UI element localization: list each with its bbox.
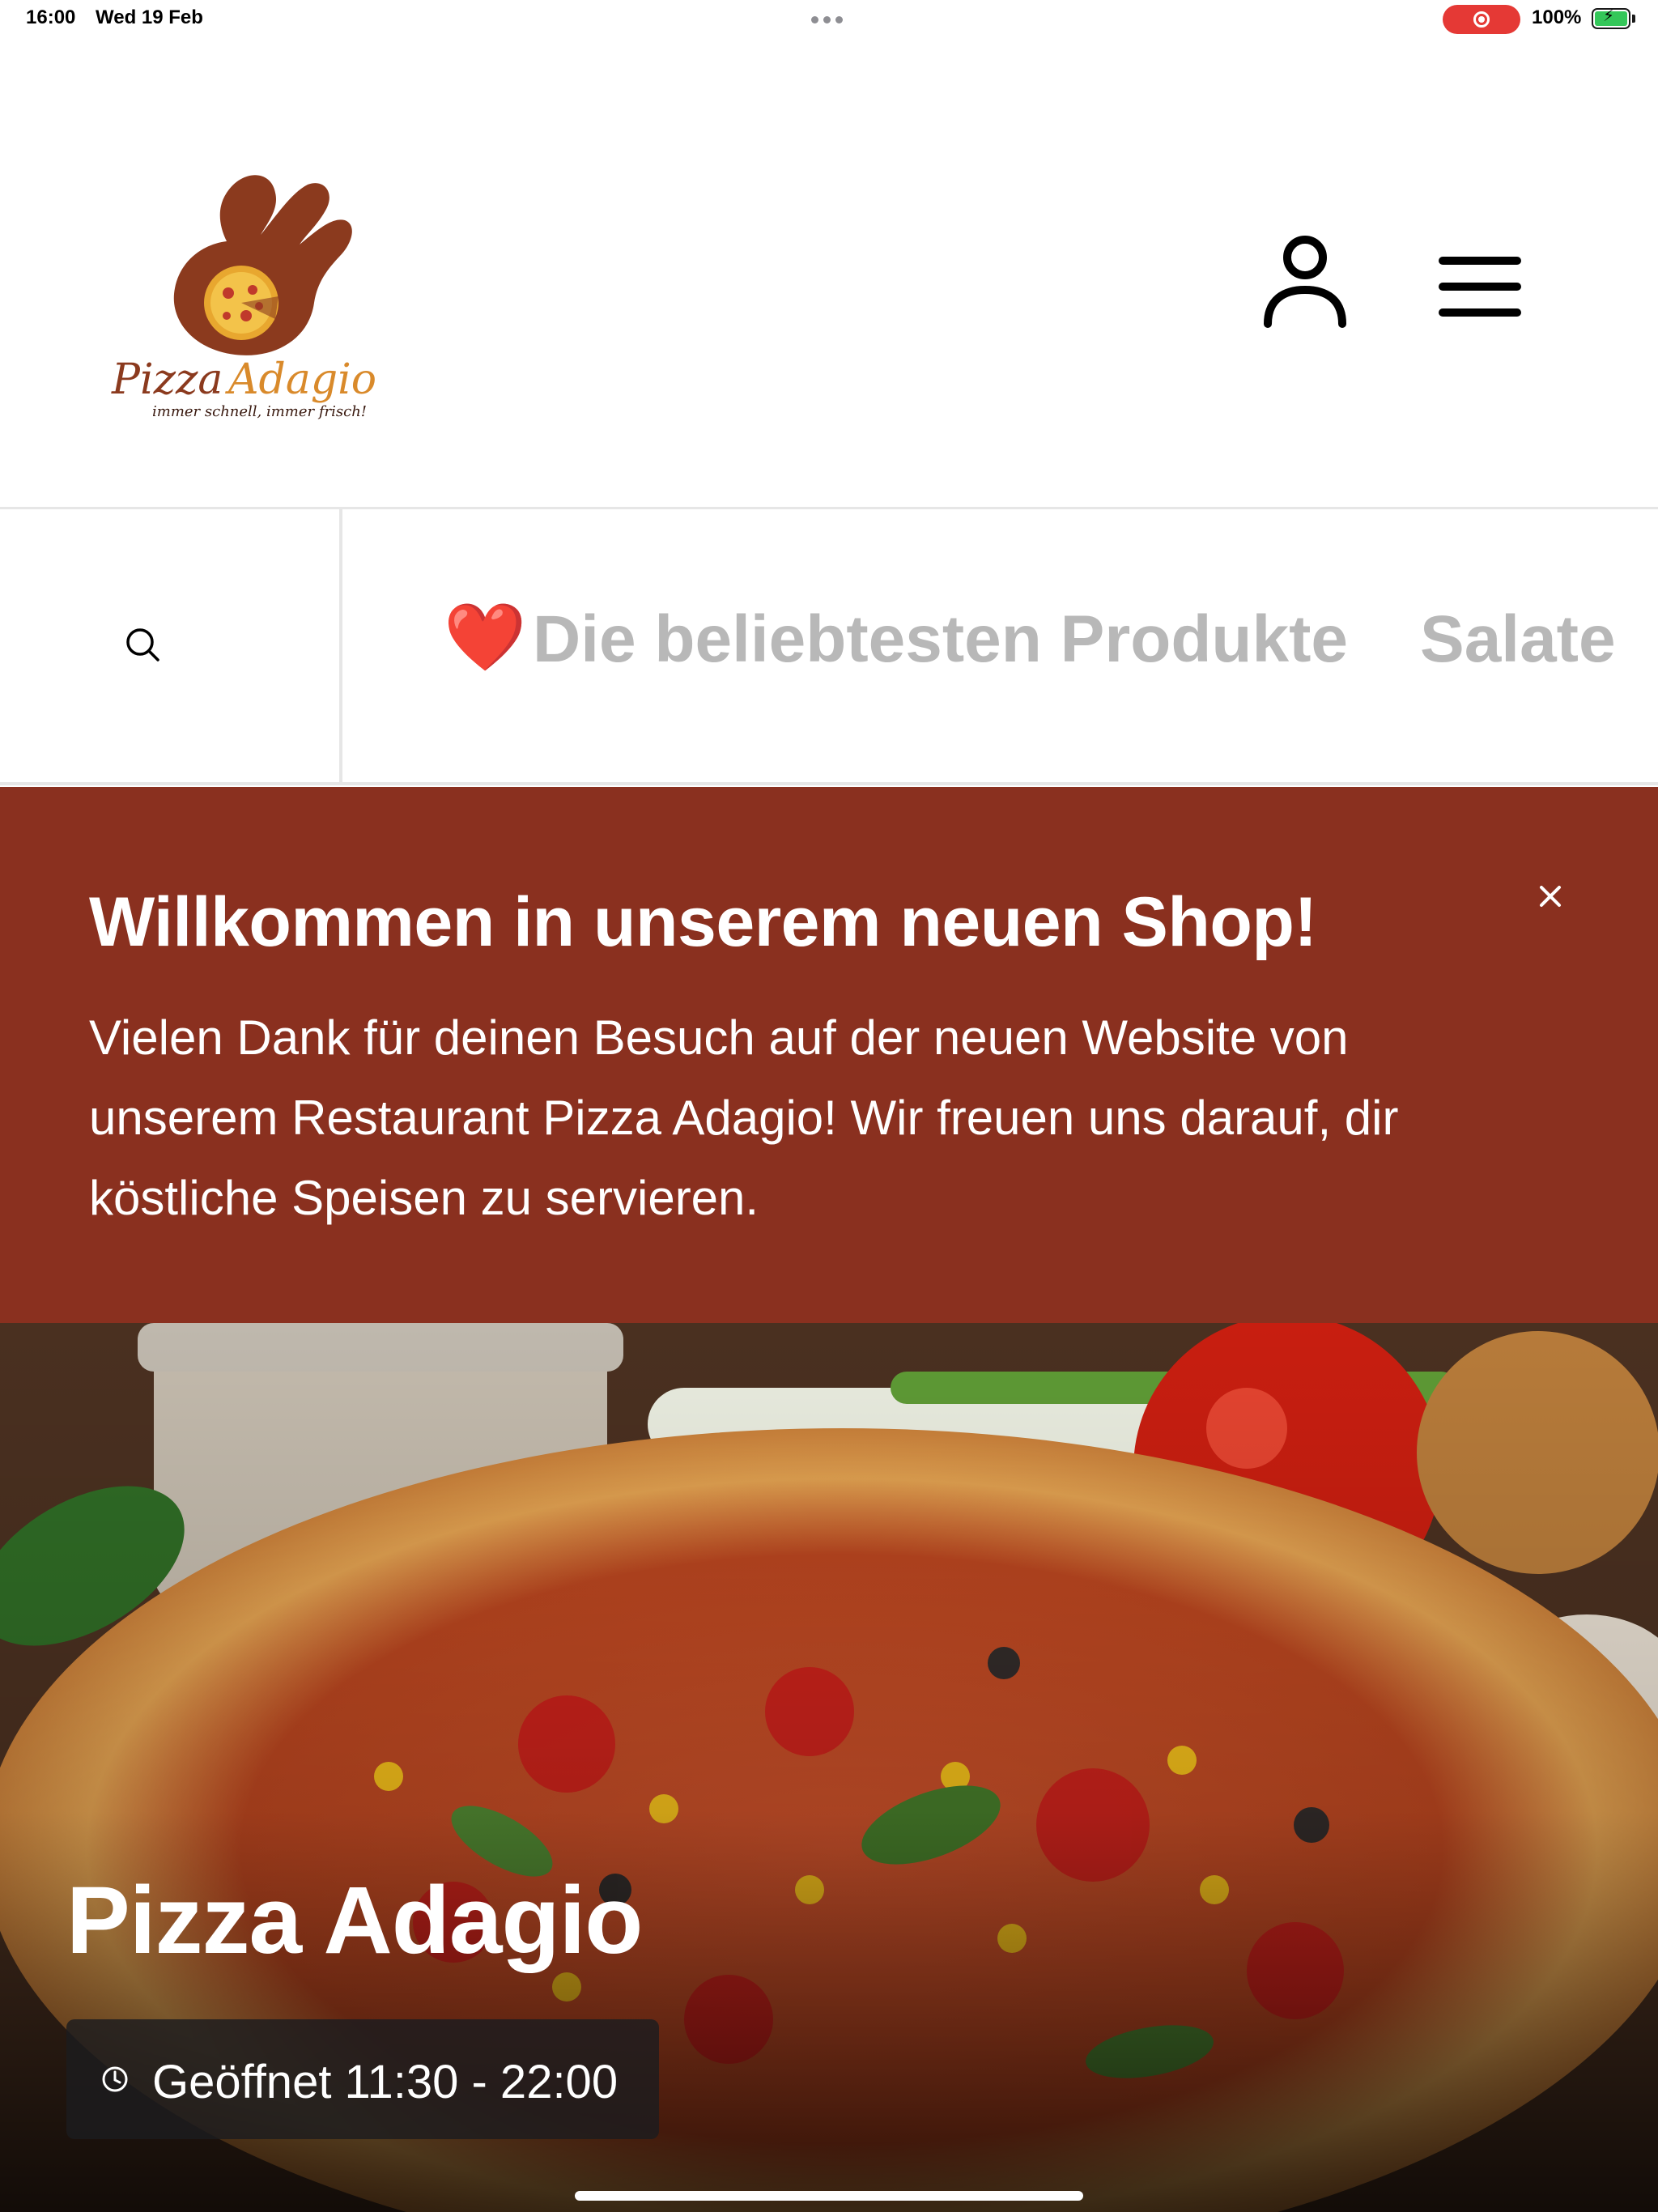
hero-section: Pizza Adagio Geöffnet 11:30 - 22:00 bbox=[0, 1323, 1658, 2212]
status-bar: 16:00 Wed 19 Feb 100% bbox=[0, 0, 1658, 39]
svg-text:Pizza: Pizza bbox=[111, 355, 223, 404]
battery-nub bbox=[1632, 15, 1635, 23]
opening-hours-text: Geöffnet 11:30 - 22:00 bbox=[152, 2056, 619, 2108]
svg-text:Adagio: Adagio bbox=[225, 355, 376, 404]
search-button[interactable] bbox=[0, 509, 342, 785]
opening-hours-chip: Geöffnet 11:30 - 22:00 bbox=[66, 2019, 659, 2139]
status-date: Wed 19 Feb bbox=[96, 6, 203, 28]
site-header: Pizza Adagio immer schnell, immer frisch… bbox=[0, 39, 1658, 507]
heart-emoji-icon: ❤️ bbox=[444, 601, 527, 674]
logo-wordmark: Pizza Adagio immer schnell, immer frisch… bbox=[111, 355, 376, 420]
welcome-banner: Willkommen in unserem neuen Shop! Vielen… bbox=[0, 787, 1658, 1323]
account-button[interactable] bbox=[1256, 225, 1354, 338]
multitasking-dots-icon[interactable] bbox=[811, 16, 843, 23]
pizza-adagio-logo[interactable]: Pizza Adagio immer schnell, immer frisch… bbox=[105, 160, 380, 428]
status-time: 16:00 bbox=[26, 6, 76, 28]
person-icon bbox=[1264, 236, 1346, 328]
screen-recording-icon[interactable] bbox=[1443, 5, 1520, 34]
banner-close-button[interactable] bbox=[1530, 876, 1571, 917]
search-icon bbox=[126, 628, 159, 661]
banner-text: Vielen Dank für deinen Besuch auf der ne… bbox=[89, 1010, 1399, 1225]
svg-text:immer schnell, immer frisch!: immer schnell, immer frisch! bbox=[152, 403, 367, 420]
battery-percentage: 100% bbox=[1532, 6, 1582, 28]
hamburger-menu-icon bbox=[1439, 257, 1521, 317]
menu-button[interactable] bbox=[1431, 241, 1528, 330]
category-nav: ❤️ Die beliebtesten Produkte Salate bbox=[0, 507, 1658, 785]
home-indicator[interactable] bbox=[575, 2191, 1083, 2201]
banner-title: Willkommen in unserem neuen Shop! bbox=[89, 883, 1317, 961]
battery-icon bbox=[1592, 6, 1630, 29]
close-icon bbox=[1540, 886, 1561, 907]
category-salate[interactable]: Salate bbox=[1420, 606, 1616, 673]
clock-icon bbox=[102, 2066, 128, 2092]
hero-title: Pizza Adagio bbox=[66, 1867, 643, 1974]
category-popular-products[interactable]: Die beliebtesten Produkte bbox=[533, 606, 1348, 673]
